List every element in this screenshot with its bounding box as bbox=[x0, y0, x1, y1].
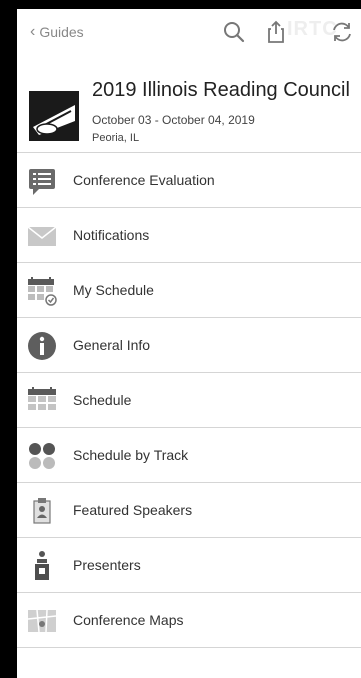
top-bar: ‹ Guides IRTC bbox=[17, 9, 361, 55]
event-location: Peoria, IL bbox=[92, 132, 140, 144]
menu-item-label: General Info bbox=[73, 337, 151, 353]
menu-item-label: Conference Maps bbox=[73, 612, 184, 628]
event-title: 2019 Illinois Reading Council bbox=[92, 79, 350, 101]
menu-item-label: Presenters bbox=[73, 557, 141, 573]
menu-item-label: Schedule bbox=[73, 392, 132, 408]
event-header: 2019 Illinois Reading Council October 03… bbox=[17, 61, 361, 161]
menu-item-conference-maps[interactable]: Conference Maps bbox=[17, 593, 361, 648]
menu-item-schedule-by-track[interactable]: Schedule by Track bbox=[17, 428, 361, 483]
podium-icon bbox=[35, 551, 49, 580]
info-icon bbox=[28, 332, 56, 360]
menu-item-general-info[interactable]: General Info bbox=[17, 318, 361, 373]
share-icon[interactable] bbox=[263, 19, 289, 45]
menu-item-my-schedule[interactable]: My Schedule bbox=[17, 263, 361, 318]
event-dates: October 03 - October 04, 2019 bbox=[92, 113, 255, 127]
envelope-icon bbox=[27, 226, 57, 246]
menu-item-label: Notifications bbox=[73, 227, 150, 243]
event-logo bbox=[29, 91, 79, 141]
evaluation-icon bbox=[29, 169, 55, 195]
map-icon bbox=[27, 609, 57, 633]
my-schedule-icon bbox=[28, 277, 57, 306]
calendar-icon bbox=[28, 387, 56, 410]
menu-item-notifications[interactable]: Notifications bbox=[17, 208, 361, 263]
menu-item-conference-evaluation[interactable]: Conference Evaluation bbox=[17, 153, 361, 208]
menu-item-label: Schedule by Track bbox=[73, 447, 189, 463]
track-dots-icon bbox=[29, 443, 55, 469]
chevron-left-icon: ‹ bbox=[30, 23, 36, 40]
menu-item-featured-speakers[interactable]: Featured Speakers bbox=[17, 483, 361, 538]
menu-item-label: Conference Evaluation bbox=[73, 172, 215, 188]
speaker-badge-icon bbox=[33, 498, 51, 524]
app-screen: ‹ Guides IRTC 2019 Illinois Reading Coun… bbox=[17, 9, 361, 678]
menu-item-label: My Schedule bbox=[73, 282, 154, 298]
search-icon[interactable] bbox=[221, 19, 247, 45]
back-label: Guides bbox=[39, 24, 84, 40]
menu-item-label: Featured Speakers bbox=[73, 502, 193, 518]
guide-menu: Conference Evaluation Notifications My S… bbox=[17, 152, 361, 648]
refresh-icon[interactable] bbox=[329, 19, 355, 45]
menu-item-schedule[interactable]: Schedule bbox=[17, 373, 361, 428]
back-button[interactable]: ‹ Guides bbox=[30, 21, 84, 43]
menu-item-presenters[interactable]: Presenters bbox=[17, 538, 361, 593]
